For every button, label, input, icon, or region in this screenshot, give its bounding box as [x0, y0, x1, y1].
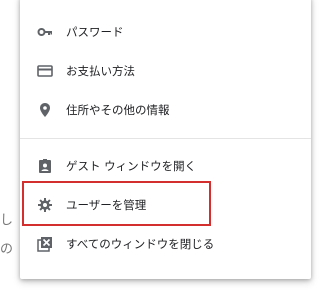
menu-divider — [20, 138, 311, 139]
menu-item-label: お支払い方法 — [66, 64, 135, 78]
location-pin-icon — [37, 102, 53, 118]
key-icon — [37, 24, 53, 40]
menu-item-label: ユーザーを管理 — [66, 198, 147, 212]
guest-badge-icon — [37, 158, 53, 174]
menu-item-passwords[interactable]: パスワード — [20, 13, 311, 51]
close-box-icon — [37, 236, 53, 252]
profile-dropdown-menu: パスワード お支払い方法 住所やその他の情報 ゲスト ウィンドウを開く ユーザー… — [20, 0, 311, 279]
gear-icon — [37, 197, 53, 213]
background-text-fragment: の — [0, 242, 14, 257]
menu-item-label: 住所やその他の情報 — [66, 103, 170, 117]
menu-item-label: パスワード — [66, 25, 124, 39]
menu-item-payment-methods[interactable]: お支払い方法 — [20, 52, 311, 90]
menu-item-label: すべてのウィンドウを閉じる — [66, 237, 215, 251]
menu-item-addresses[interactable]: 住所やその他の情報 — [20, 91, 311, 129]
menu-item-manage-users[interactable]: ユーザーを管理 — [20, 186, 311, 224]
menu-item-close-all-windows[interactable]: すべてのウィンドウを閉じる — [20, 225, 311, 263]
credit-card-icon — [37, 63, 53, 79]
screen: し の パスワード お支払い方法 住所やその他の情報 ゲスト ウィンドウを開く … — [0, 0, 336, 291]
menu-item-open-guest-window[interactable]: ゲスト ウィンドウを開く — [20, 147, 311, 185]
background-text-fragment: し — [0, 213, 14, 228]
menu-item-label: ゲスト ウィンドウを開く — [66, 159, 197, 173]
